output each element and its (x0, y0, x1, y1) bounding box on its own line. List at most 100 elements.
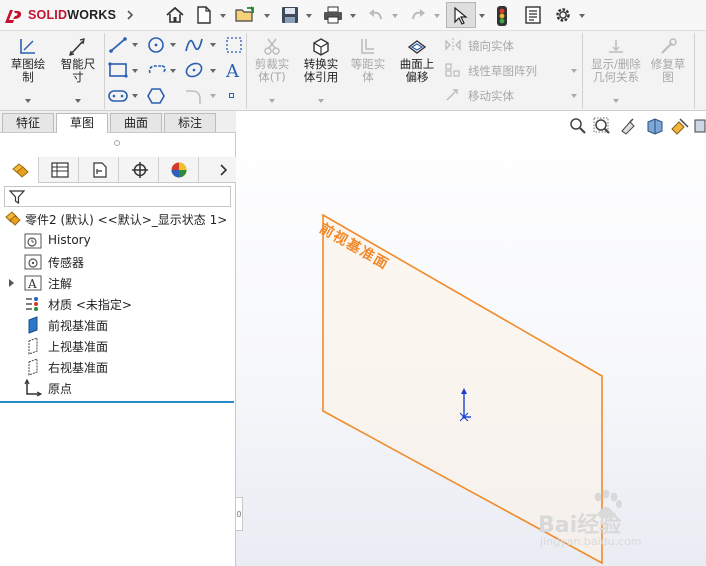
redo-dropdown[interactable] (434, 14, 440, 18)
convert-dropdown-caret[interactable] (318, 99, 324, 103)
text-icon[interactable]: A (225, 60, 243, 80)
new-document-icon[interactable] (195, 5, 213, 25)
plane-icon (24, 337, 42, 355)
display-manager-icon (170, 161, 188, 179)
open-dropdown[interactable] (264, 14, 270, 18)
options-dropdown[interactable] (579, 14, 585, 18)
tab-markup[interactable]: 标注 (164, 113, 216, 132)
ellipse-icon[interactable] (184, 61, 204, 79)
panel-splitter-handle[interactable] (114, 140, 120, 146)
offset-on-surface-button[interactable]: 曲面上 偏移 (394, 35, 440, 107)
select-dropdown[interactable] (479, 14, 485, 18)
expand-arrow-icon[interactable] (8, 278, 15, 288)
smart-dimension-dropdown-caret[interactable] (75, 99, 81, 103)
line-icon[interactable] (108, 36, 128, 54)
ellipse-dropdown-caret[interactable] (210, 69, 216, 73)
fillet-dropdown-caret[interactable] (210, 94, 216, 98)
relations-dropdown-caret[interactable] (613, 99, 619, 103)
rectangle-icon[interactable] (108, 61, 128, 79)
trim-dropdown-caret[interactable] (269, 99, 275, 103)
undo-icon[interactable] (366, 5, 386, 25)
open-folder-icon[interactable] (234, 5, 258, 25)
tree-root-part[interactable]: 零件2 (默认) <<默认>_显示状态 1> (4, 209, 234, 229)
print-dropdown[interactable] (350, 14, 356, 18)
tree-item-label: 注解 (48, 277, 73, 291)
tree-item-sensors[interactable]: 传感器 (22, 252, 232, 272)
circle-icon[interactable] (146, 36, 166, 54)
print-icon[interactable] (322, 5, 344, 25)
front-plane-svg[interactable] (236, 111, 706, 566)
save-icon[interactable] (280, 5, 300, 25)
slot-straight-icon[interactable] (107, 88, 129, 104)
select-pointer-button[interactable] (446, 2, 476, 28)
traffic-light-icon[interactable] (495, 5, 509, 27)
options-gear-icon[interactable] (553, 5, 573, 25)
spline-dropdown-caret[interactable] (210, 43, 216, 47)
linear-pattern-label[interactable]: 线性草图阵列 (468, 63, 537, 79)
tree-filter-input[interactable] (4, 186, 231, 207)
offset-entities-button[interactable]: 等距实 体 (346, 35, 390, 107)
redo-icon[interactable] (408, 5, 428, 25)
show-relations-button[interactable]: 显示/删除 几何关系 (586, 35, 646, 107)
mirror-entities-label[interactable]: 镜向实体 (468, 38, 514, 54)
tree-item-history[interactable]: History (22, 231, 232, 251)
dimxpert-icon (131, 161, 149, 179)
plane-icon (24, 358, 42, 376)
convert-entities-button[interactable]: 转换实 体引用 (298, 35, 344, 107)
tree-item-front-plane[interactable]: 前视基准面 (22, 315, 232, 335)
menu-expand-arrow-icon[interactable] (126, 9, 134, 21)
move-entities-icon[interactable] (444, 87, 462, 103)
tree-item-material[interactable]: 材质 <未指定> (22, 294, 232, 314)
fillet-icon[interactable] (184, 87, 204, 105)
title-bar: SOLIDWORKS (0, 0, 706, 31)
point-icon[interactable] (229, 93, 234, 98)
slot-icon[interactable] (146, 61, 166, 79)
sketch-icon (18, 37, 38, 57)
tab-sketch[interactable]: 草图 (56, 113, 108, 133)
tree-item-top-plane[interactable]: 上视基准面 (22, 336, 232, 356)
tree-item-label: 上视基准面 (48, 340, 109, 354)
move-entities-dropdown-caret[interactable] (571, 94, 577, 98)
circle-dropdown-caret[interactable] (170, 43, 176, 47)
chevron-right-icon[interactable] (219, 164, 229, 176)
tree-item-origin[interactable]: 原点 (22, 378, 232, 398)
tree-item-label: 前视基准面 (48, 319, 109, 333)
sketch-button[interactable]: 草图绘 制 (6, 35, 50, 107)
tab-configuration-manager[interactable] (80, 157, 119, 183)
tree-item-label: 材质 <未指定> (48, 298, 132, 312)
linear-pattern-dropdown-caret[interactable] (571, 69, 577, 73)
construction-geometry-icon[interactable] (225, 36, 243, 54)
save-dropdown[interactable] (306, 14, 312, 18)
file-properties-icon[interactable] (524, 5, 542, 25)
rollback-bar[interactable] (0, 401, 234, 403)
graphics-area[interactable]: 前视基准面 Bai经验 jingyan.baidu.com (236, 111, 706, 566)
new-document-dropdown[interactable] (220, 14, 226, 18)
linear-pattern-icon[interactable] (444, 62, 462, 78)
move-entities-label[interactable]: 移动实体 (468, 88, 514, 104)
tab-surfaces[interactable]: 曲面 (110, 113, 162, 132)
tree-item-right-plane[interactable]: 右视基准面 (22, 357, 232, 377)
feature-manager-icon (10, 161, 30, 179)
rectangle-dropdown-caret[interactable] (132, 69, 138, 73)
smart-dimension-button[interactable]: 智能尺 寸 (54, 35, 102, 107)
polygon-icon[interactable] (146, 87, 166, 105)
repair-sketch-button[interactable]: 修复草 图 (648, 35, 688, 107)
spline-icon[interactable] (184, 36, 204, 54)
tab-property-manager[interactable] (40, 157, 79, 183)
line-dropdown-caret[interactable] (132, 43, 138, 47)
viewport-splitter-handle[interactable] (236, 497, 243, 531)
sketch-dropdown-caret[interactable] (25, 99, 31, 103)
tab-display-manager[interactable] (160, 157, 199, 183)
tab-dimxpert-manager[interactable] (120, 157, 159, 183)
slot-dropdown-caret[interactable] (170, 69, 176, 73)
mirror-icon[interactable] (444, 37, 462, 53)
tab-features[interactable]: 特征 (2, 113, 54, 132)
undo-dropdown[interactable] (392, 14, 398, 18)
origin-marker-icon[interactable] (454, 387, 474, 423)
home-icon[interactable] (164, 5, 186, 25)
tree-item-annotations[interactable]: A 注解 (4, 273, 232, 293)
trim-label: 剪裁实 体(T) (254, 57, 290, 84)
trim-entities-button[interactable]: 剪裁实 体(T) (250, 35, 294, 107)
slot-straight-dropdown-caret[interactable] (132, 94, 138, 98)
tab-feature-manager[interactable] (0, 157, 39, 183)
